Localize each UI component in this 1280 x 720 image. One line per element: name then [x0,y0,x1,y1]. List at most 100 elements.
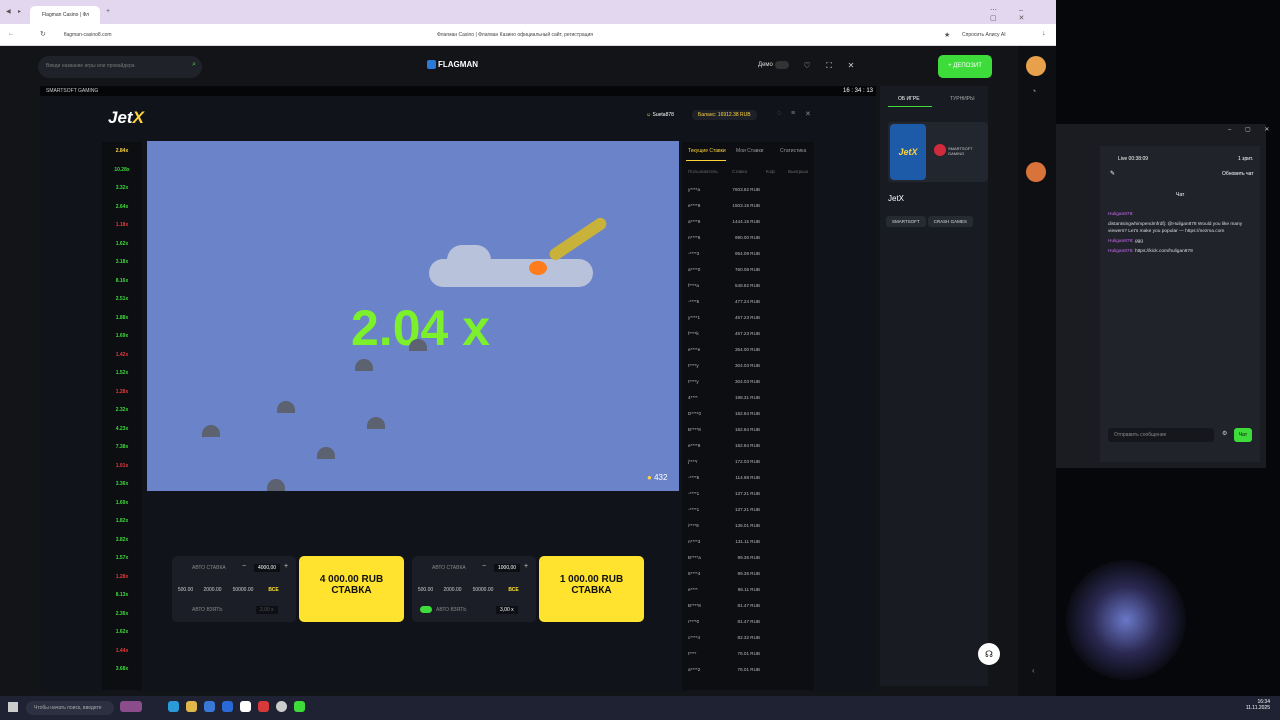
bet-row: a****0 760.08 RUB [688,262,810,278]
chat-icon[interactable]: ◌ [777,110,781,117]
refresh-chat-button[interactable]: Обновить чат [1222,171,1254,177]
bet-user: 5****4 [688,571,701,576]
bet-row: D****0 182.84 RUB [688,406,810,422]
game-thumbnail[interactable]: JetX SMARTSOFT GAMING [888,122,988,182]
auto-cash-input[interactable]: 2,00 x [256,606,278,614]
edge-icon[interactable] [168,701,179,712]
deposit-button[interactable]: + ДЕПОЗИТ [938,55,992,78]
all-in-button[interactable]: ВСЕ [500,587,527,593]
jetx-logo-x: X [132,108,144,127]
jet-plane [547,215,609,263]
quick-amount-50000[interactable]: 50000.00 [226,587,260,593]
flagman-logo[interactable]: FLAGMAN [427,60,478,70]
collapse-icon[interactable]: ‹ [1032,666,1035,675]
history-multiplier: 1.18x [115,222,129,228]
store-icon[interactable] [204,701,215,712]
bet-user: y****a [688,187,701,192]
edit-icon[interactable]: ✎ [1110,170,1115,177]
fullscreen-icon[interactable]: ⛶ [822,59,836,73]
close-icon[interactable]: ✕ [844,59,858,73]
history-multiplier: 8.13x [115,592,129,598]
bookmark-icon[interactable]: ★ [944,31,950,39]
yandex-icon[interactable] [240,701,251,712]
back-icon[interactable]: ◀ [6,8,11,15]
game-close-icon[interactable]: ✕ [805,110,811,118]
app-green-icon[interactable] [294,701,305,712]
bet-row: c****4 82.32 RUB [688,630,810,646]
col-bet: Ставка [732,169,748,174]
bet-amount-input[interactable]: 4000,00 [254,564,281,572]
tag-crash-games[interactable]: CRASH GAMES [927,216,973,227]
avatar[interactable] [1026,56,1046,76]
bet-amount-input[interactable]: 1000,00 [494,564,521,572]
ask-ai-button[interactable]: Спросить Алису AI [962,32,1006,38]
heart-icon[interactable]: ♡ [800,59,814,73]
taskbar-search[interactable]: Чтобы начать поиск, введите [26,701,114,715]
bet-row: n****3 131.11 RUB [688,534,810,550]
quick-amount-500[interactable]: 500.00 [172,587,199,593]
quick-amount-500[interactable]: 500.00 [412,587,439,593]
auto-cash-label: АВТО ВЗЯТЬ [192,607,223,613]
nav-back-icon[interactable]: ← [8,31,14,37]
bet-user: j****r [688,459,698,464]
mail-icon[interactable] [222,701,233,712]
bet-user: a****0 [688,267,701,272]
plus-button[interactable]: + [284,563,288,570]
tag-smartsoft[interactable]: SMARTSOFT [886,216,926,227]
bet-button-2[interactable]: 1 000.00 RUB СТАВКА [539,556,644,622]
plus-button[interactable]: + [524,563,528,570]
chat-input[interactable]: Отправить сообщение [1108,428,1214,442]
bell-icon[interactable]: ◔ [1031,86,1036,96]
bet-row: y****a 7603.82 RUB [688,182,810,198]
tab-statistics[interactable]: Статистика [780,148,806,154]
new-tab-icon[interactable]: + [106,8,110,15]
history-multiplier: 1.57x [115,555,129,561]
minus-button[interactable]: − [242,563,246,570]
chat-send-button[interactable]: Чат [1234,428,1252,442]
windows-start-icon[interactable] [8,702,18,712]
opera-icon[interactable] [258,701,269,712]
bet-user: e****9 [688,443,701,448]
obs-icon[interactable] [276,701,287,712]
tab-tournaments[interactable]: ТУРНИРЫ [950,96,975,102]
tab-my-bets[interactable]: Мои Ставки [736,148,763,154]
bet-row: t****y 304.03 RUB [688,358,810,374]
avatar[interactable] [1026,162,1046,182]
bet-amount: 76.01 RUB [737,667,760,672]
support-icon[interactable]: ☊ [978,643,1000,665]
bet-button-1[interactable]: 4 000.00 RUB СТАВКА [299,556,404,622]
bet-user: n****3 [688,539,701,544]
download-icon[interactable]: ↓ [1042,30,1046,37]
tab-about-underline [888,106,932,107]
menu-icon[interactable]: ≡ [791,110,795,117]
tab-current-bets[interactable]: Текущие Ставки [688,148,726,154]
bet-amount: 457.23 RUB [734,331,760,336]
demo-toggle[interactable] [775,61,789,69]
tab-list-icon[interactable]: ▸ [18,8,21,15]
browser-tab[interactable]: Flagman Casino | Фл [30,6,100,24]
all-in-button[interactable]: ВСЕ [260,587,287,593]
quick-amount-2000[interactable]: 2000.00 [439,587,466,593]
quick-amount-2000[interactable]: 2000.00 [199,587,226,593]
explorer-icon[interactable] [186,701,197,712]
obs-window-controls: – ▢ ✕ [1228,127,1276,133]
tab-about[interactable]: ОБ ИГРЕ [898,96,920,102]
reload-icon[interactable]: ↻ [40,30,46,38]
parachute [267,479,285,491]
game-search-input[interactable]: Введи название игры или провайдера ⌕ [38,56,202,78]
quick-amount-50000[interactable]: 50000.00 [466,587,500,593]
bet-user: n****6 [688,235,701,240]
bet-amount: 131.11 RUB [735,539,760,544]
bet-amount: 182.84 RUB [734,427,760,432]
auto-cash-toggle[interactable] [420,606,432,613]
bet-panel-1: АВТО СТАВКА − 4000,00 + 500.00 2000.00 500… [172,556,296,622]
bet-row: t****y 304.03 RUB [688,374,810,390]
app-icon[interactable] [120,701,142,712]
chat-settings-icon[interactable]: ⚙ [1222,430,1227,437]
bet-amount: 114.88 RUB [735,475,760,480]
minus-button[interactable]: − [482,563,486,570]
auto-cash-input[interactable]: 3,00 x [496,606,518,614]
history-multiplier: 2.84x [115,148,129,154]
history-multiplier: 3.32x [115,185,129,191]
url-text[interactable]: flagman-casino8.com [64,32,112,38]
